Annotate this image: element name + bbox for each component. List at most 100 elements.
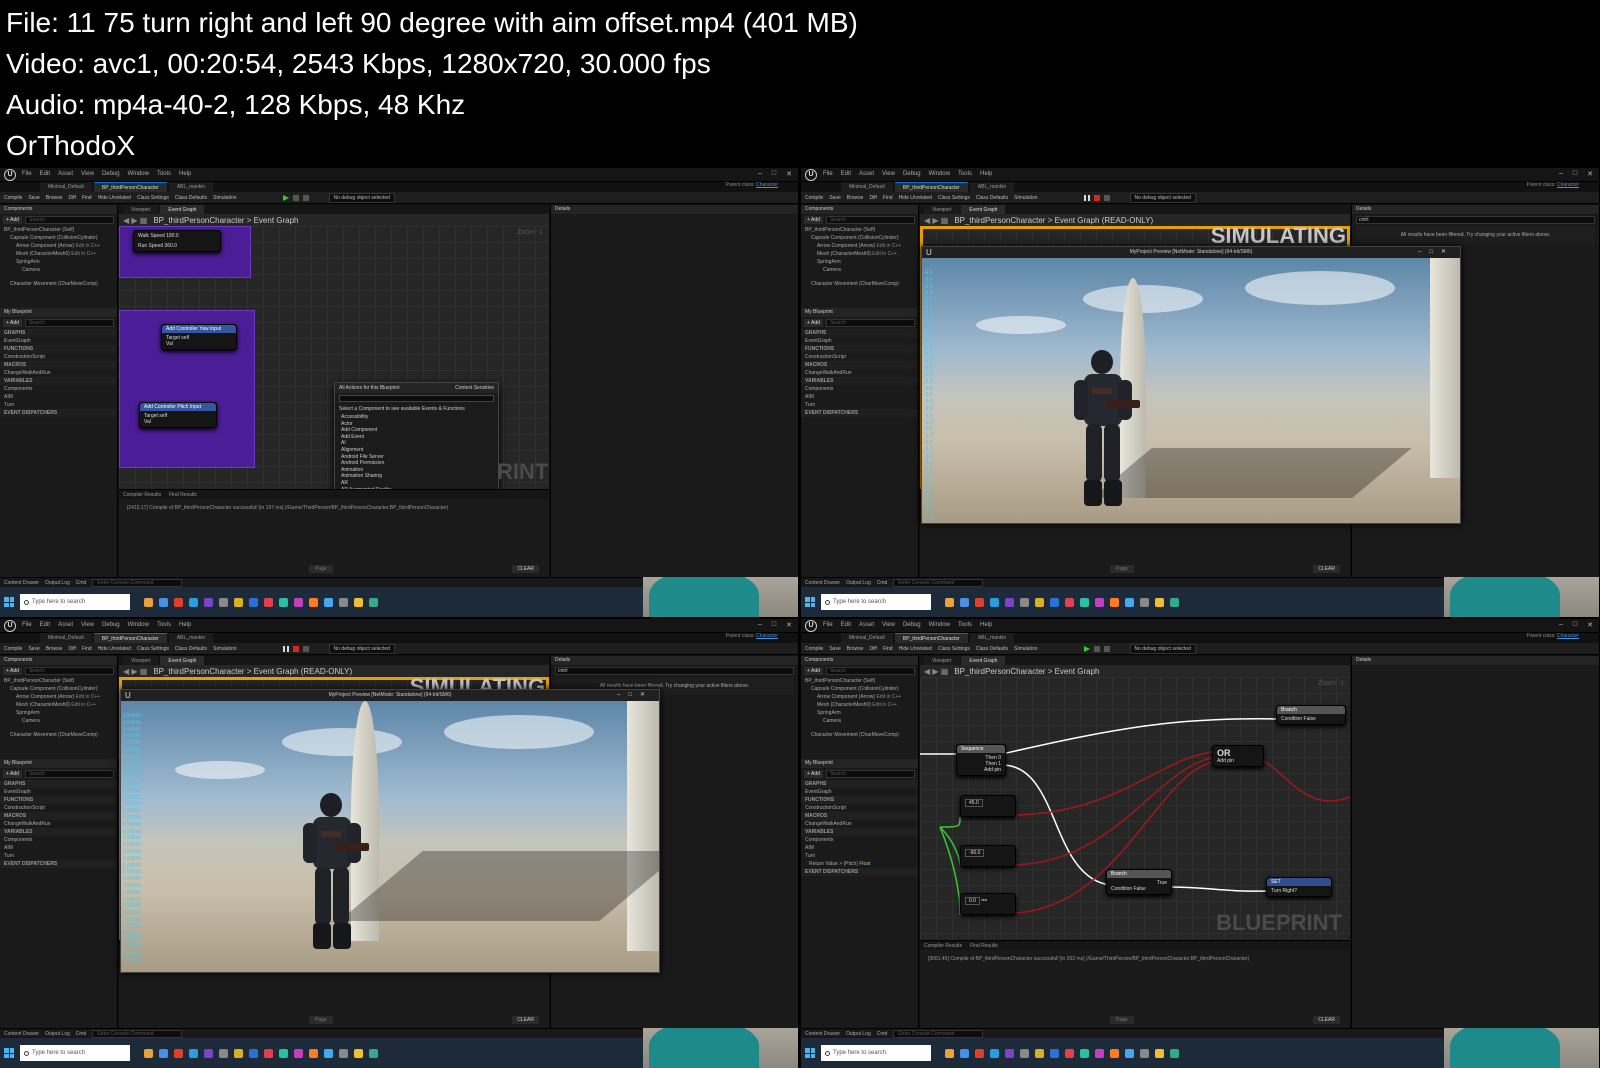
menu-window[interactable]: Window <box>128 171 149 177</box>
category-graphs[interactable]: GRAPHS <box>0 329 117 337</box>
category-functions[interactable]: FUNCTIONS <box>801 345 918 353</box>
output-log-button[interactable]: Output Log <box>846 1031 871 1037</box>
tree-item[interactable]: Mesh (CharacterMesh0) Edit in C++ <box>0 250 117 258</box>
condition-pin[interactable]: Condition <box>1281 716 1302 722</box>
tab-compiler-results[interactable]: Compiler Results <box>924 943 962 949</box>
taskbar-app-icon[interactable] <box>960 1048 969 1058</box>
tab-abl-mankin[interactable]: ABL_mankin <box>969 182 1015 192</box>
nav-arrows-icon[interactable]: ◀ ▶ ▦ <box>924 667 948 676</box>
taskbar-app-icon[interactable] <box>324 597 333 607</box>
unreal-logo-icon[interactable]: U <box>4 620 16 632</box>
tree-item[interactable]: Capsule Component (CollisionCylinder) <box>0 234 117 242</box>
page-button[interactable]: Page <box>1110 1016 1134 1024</box>
parent-class-link[interactable]: Character <box>756 633 778 639</box>
edit-in-cpp-link[interactable]: Edit in C++ <box>876 694 901 700</box>
maximize-icon[interactable]: □ <box>1573 621 1577 629</box>
menu-edit[interactable]: Edit <box>40 622 50 628</box>
play-icon[interactable] <box>1083 645 1090 652</box>
variable-group[interactable]: AIM <box>801 393 918 401</box>
macro-item[interactable]: ChangeWalkAndRun <box>0 369 117 377</box>
taskbar-search-input[interactable]: Type here to search <box>821 1045 931 1061</box>
minimize-icon[interactable]: – <box>1559 621 1563 629</box>
taskbar-app-icon[interactable] <box>1005 597 1014 607</box>
edit-in-cpp-link[interactable]: Edit in C++ <box>71 702 96 708</box>
hide-unrelated-button[interactable]: Hide Unrelated <box>98 646 131 652</box>
macro-item[interactable]: ChangeWalkAndRun <box>0 820 117 828</box>
browse-button[interactable]: Browse <box>46 195 63 201</box>
taskbar-app-icon[interactable] <box>1125 1048 1134 1058</box>
taskbar-app-icon[interactable] <box>1095 1048 1104 1058</box>
add-member-button[interactable]: + Add <box>804 770 823 778</box>
page-button[interactable]: Page <box>309 565 333 573</box>
variable-group[interactable]: Turn <box>0 401 117 409</box>
windows-start-icon[interactable] <box>805 1048 815 1058</box>
clear-button[interactable]: CLEAR <box>1313 1016 1340 1024</box>
clear-button[interactable]: CLEAR <box>1313 565 1340 573</box>
category-event-dispatchers[interactable]: EVENT DISPATCHERS <box>801 409 918 417</box>
class-defaults-button[interactable]: Class Defaults <box>976 195 1008 201</box>
category-variables[interactable]: VARIABLES <box>801 377 918 385</box>
taskbar-app-icon[interactable] <box>1125 597 1134 607</box>
tab-find-results[interactable]: Find Results <box>169 492 197 498</box>
action-category[interactable]: Android File Server <box>335 454 498 461</box>
tree-item[interactable]: Arrow Component (Arrow) Edit in C++ <box>801 693 918 701</box>
taskbar-app-icon[interactable] <box>174 597 183 607</box>
taskbar-app-icon[interactable] <box>1020 597 1029 607</box>
taskbar-app-icon[interactable] <box>1035 1048 1044 1058</box>
game-preview-window[interactable]: U MyProject Preview [NetMode: Standalone… <box>921 246 1461 524</box>
variable-group[interactable]: Turn <box>801 401 918 409</box>
tab-minimal-default[interactable]: Minimal_Default <box>841 633 893 643</box>
compare-node[interactable]: 0.0 == <box>960 893 1016 915</box>
function-item[interactable]: ConstructionScript <box>801 804 918 812</box>
tab-abl-mankin[interactable]: ABL_mankin <box>168 182 214 192</box>
menu-asset[interactable]: Asset <box>58 171 73 177</box>
tree-item[interactable]: SpringArm <box>0 709 117 717</box>
tab-viewport[interactable]: Viewport <box>123 656 159 665</box>
variable-group[interactable]: Components <box>801 836 918 844</box>
tree-item[interactable]: Camera <box>801 266 918 274</box>
page-button[interactable]: Page <box>309 1016 333 1024</box>
menu-file[interactable]: File <box>823 171 833 177</box>
variable-group[interactable]: Components <box>0 385 117 393</box>
action-category[interactable]: AR <box>335 480 498 487</box>
taskbar-app-icon[interactable] <box>354 1048 363 1058</box>
tree-item[interactable]: BP_thirdPersonCharacter (Self) <box>801 226 918 234</box>
taskbar-app-icon[interactable] <box>234 597 243 607</box>
menu-view[interactable]: View <box>81 622 94 628</box>
class-settings-button[interactable]: Class Settings <box>938 195 970 201</box>
edit-in-cpp-link[interactable]: Edit in C++ <box>872 251 897 257</box>
cmd-button[interactable]: Cmd <box>76 580 87 586</box>
menu-help[interactable]: Help <box>980 622 992 628</box>
variable-group[interactable]: AIM <box>0 844 117 852</box>
maximize-icon[interactable]: □ <box>772 170 776 178</box>
graph-item[interactable]: EventGraph <box>0 337 117 345</box>
taskbar-app-icon[interactable] <box>204 597 213 607</box>
hide-unrelated-button[interactable]: Hide Unrelated <box>899 195 932 201</box>
menu-view[interactable]: View <box>81 171 94 177</box>
menu-help[interactable]: Help <box>179 171 191 177</box>
class-settings-button[interactable]: Class Settings <box>137 646 169 652</box>
stop-icon[interactable] <box>302 194 309 201</box>
action-category[interactable]: Actor <box>335 421 498 428</box>
menu-view[interactable]: View <box>882 622 895 628</box>
my-blueprint-search-input[interactable]: Search <box>24 319 114 327</box>
category-macros[interactable]: MACROS <box>0 812 117 820</box>
taskbar-app-icon[interactable] <box>339 597 348 607</box>
walk-speed-value[interactable]: 180.0 <box>166 233 179 239</box>
menu-debug[interactable]: Debug <box>102 171 120 177</box>
cmd-button[interactable]: Cmd <box>76 1031 87 1037</box>
taskbar-app-icon[interactable] <box>339 1048 348 1058</box>
content-drawer-button[interactable]: Content Drawer <box>4 580 39 586</box>
variable-group[interactable]: AIM <box>801 844 918 852</box>
add-component-button[interactable]: + Add <box>3 667 22 675</box>
condition-pin[interactable]: Condition <box>1111 886 1132 892</box>
add-member-button[interactable]: + Add <box>804 319 823 327</box>
browse-button[interactable]: Browse <box>46 646 63 652</box>
macro-item[interactable]: ChangeWalkAndRun <box>801 820 918 828</box>
windows-start-icon[interactable] <box>4 597 14 607</box>
taskbar-search-input[interactable]: Type here to search <box>20 594 130 610</box>
taskbar-app-icon[interactable] <box>1035 597 1044 607</box>
menu-edit[interactable]: Edit <box>40 171 50 177</box>
tree-item[interactable]: SpringArm <box>0 258 117 266</box>
browse-button[interactable]: Browse <box>847 195 864 201</box>
